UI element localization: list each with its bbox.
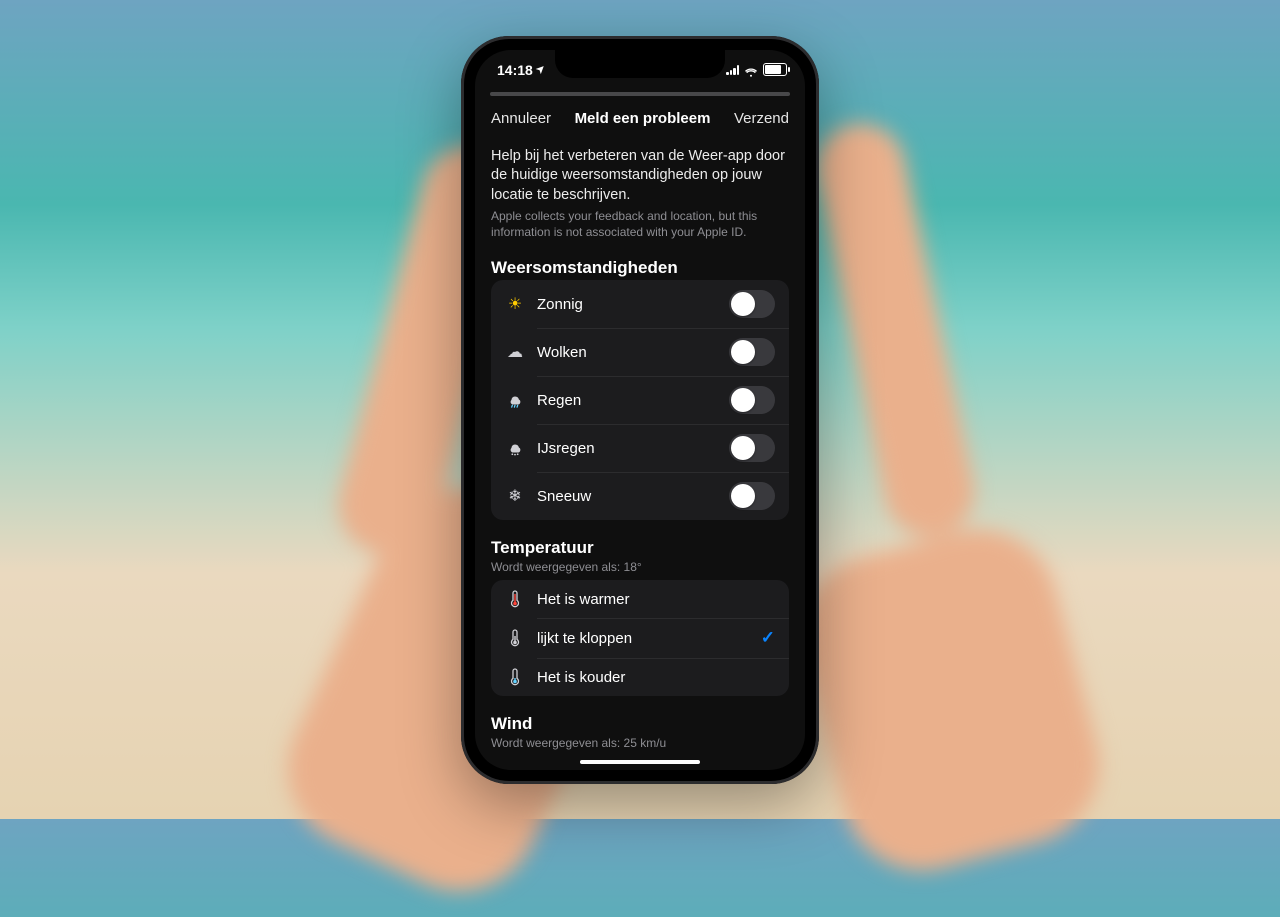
sheet-header: Annuleer Meld een probleem Verzend bbox=[475, 96, 805, 139]
checkmark-icon: ✓ bbox=[761, 628, 775, 648]
intro-text: Help bij het verbeteren van de Weer-app … bbox=[491, 147, 789, 206]
send-button[interactable]: Verzend bbox=[734, 110, 789, 127]
toggle-rain[interactable] bbox=[729, 386, 775, 414]
condition-label: IJsregen bbox=[537, 440, 717, 457]
section-sub-wind: Wordt weergegeven als: 25 km/u bbox=[491, 736, 789, 750]
section-header-wind: Wind bbox=[491, 714, 789, 734]
location-arrow-icon: ➤ bbox=[534, 63, 548, 77]
home-indicator[interactable] bbox=[580, 760, 700, 764]
temperature-card: Het is warmer lijkt te kloppen ✓ Het is … bbox=[491, 580, 789, 696]
sheet-content[interactable]: Help bij het verbeteren van de Weer-app … bbox=[475, 147, 805, 770]
cellular-signal-icon bbox=[726, 65, 739, 75]
condition-label: Zonnig bbox=[537, 296, 717, 313]
notch bbox=[555, 50, 725, 78]
intro-subtext: Apple collects your feedback and locatio… bbox=[491, 209, 789, 240]
condition-label: Sneeuw bbox=[537, 488, 717, 505]
temp-label: Het is kouder bbox=[537, 669, 775, 686]
snowflake-icon: ❄︎ bbox=[505, 486, 525, 506]
condition-row-sunny[interactable]: ☀︎ Zonnig bbox=[491, 280, 789, 328]
phone-frame: 14:18 ➤ Annuleer Meld een probleem Verze… bbox=[461, 36, 819, 784]
section-sub-temperature: Wordt weergegeven als: 18° bbox=[491, 560, 789, 574]
sleet-icon bbox=[505, 440, 525, 456]
screen: 14:18 ➤ Annuleer Meld een probleem Verze… bbox=[475, 50, 805, 770]
temp-row-warmer[interactable]: Het is warmer bbox=[491, 580, 789, 618]
section-header-conditions: Weersomstandigheden bbox=[491, 258, 789, 278]
condition-row-rain[interactable]: Regen bbox=[491, 376, 789, 424]
thermometer-cold-icon bbox=[505, 668, 525, 686]
condition-label: Wolken bbox=[537, 344, 717, 361]
temp-label: lijkt te kloppen bbox=[537, 630, 749, 647]
thermometer-hot-icon bbox=[505, 590, 525, 608]
rain-icon bbox=[505, 392, 525, 408]
section-header-temperature: Temperatuur bbox=[491, 538, 789, 558]
toggle-sleet[interactable] bbox=[729, 434, 775, 462]
condition-row-snow[interactable]: ❄︎ Sneeuw bbox=[491, 472, 789, 520]
cloud-icon: ☁︎ bbox=[505, 342, 525, 362]
thermometer-icon bbox=[505, 629, 525, 647]
cancel-button[interactable]: Annuleer bbox=[491, 110, 551, 127]
toggle-clouds[interactable] bbox=[729, 338, 775, 366]
condition-row-sleet[interactable]: IJsregen bbox=[491, 424, 789, 472]
sun-icon: ☀︎ bbox=[505, 294, 525, 314]
temp-label: Het is warmer bbox=[537, 591, 775, 608]
toggle-sunny[interactable] bbox=[729, 290, 775, 318]
wifi-icon bbox=[744, 65, 758, 75]
sheet-title: Meld een probleem bbox=[575, 110, 711, 127]
condition-row-clouds[interactable]: ☁︎ Wolken bbox=[491, 328, 789, 376]
condition-label: Regen bbox=[537, 392, 717, 409]
temp-row-colder[interactable]: Het is kouder bbox=[491, 658, 789, 696]
status-time: 14:18 bbox=[497, 62, 533, 78]
conditions-card: ☀︎ Zonnig ☁︎ Wolken Regen bbox=[491, 280, 789, 520]
toggle-snow[interactable] bbox=[729, 482, 775, 510]
battery-icon bbox=[763, 63, 787, 76]
temp-row-correct[interactable]: lijkt te kloppen ✓ bbox=[491, 618, 789, 658]
